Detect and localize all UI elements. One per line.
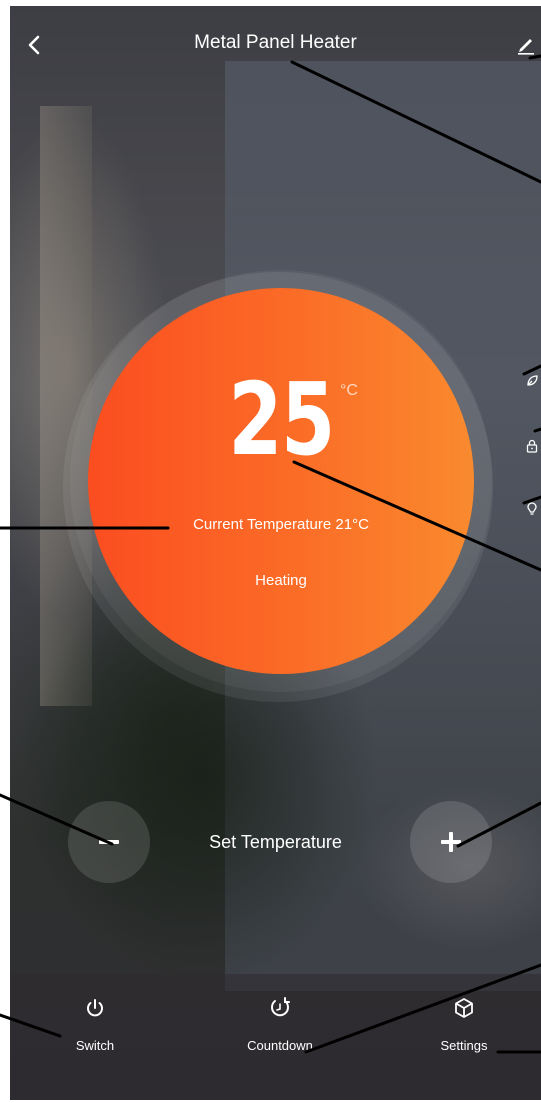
tab-countdown-label: Countdown (247, 1038, 313, 1053)
tab-settings-label: Settings (440, 1038, 488, 1053)
page-title: Metal Panel Heater (194, 32, 357, 53)
pencil-icon (518, 39, 534, 55)
light-button[interactable] (524, 501, 540, 517)
current-temperature: Current Temperature 21°C (193, 516, 369, 533)
set-temperature-value: 25 (228, 361, 335, 478)
edit-button[interactable] (512, 30, 540, 58)
header: Metal Panel Heater (10, 6, 541, 78)
countdown-icon (271, 997, 290, 1017)
bulb-icon (527, 502, 537, 515)
heating-status: Heating (255, 572, 307, 589)
tab-switch[interactable]: Switch (30, 986, 160, 1076)
tab-countdown[interactable]: Countdown (215, 986, 345, 1076)
eco-mode-button[interactable] (524, 373, 540, 389)
app-screen: Metal Panel Heater 25 °C Current Tempera… (10, 6, 541, 1100)
temperature-unit: °C (340, 382, 358, 399)
tab-switch-label: Switch (75, 1038, 115, 1053)
leaf-icon (527, 375, 538, 386)
bottom-tab-bar: Switch Countdown Settings (10, 974, 541, 1100)
increase-temperature-button[interactable] (410, 801, 492, 883)
plus-icon (441, 832, 461, 852)
cube-icon (455, 998, 473, 1018)
lock-icon (526, 439, 538, 453)
power-icon (87, 999, 103, 1017)
child-lock-button[interactable] (524, 438, 540, 454)
temperature-dial: 25 °C Current Temperature 21°C Heating (88, 288, 474, 674)
tab-settings[interactable]: Settings (399, 986, 529, 1076)
